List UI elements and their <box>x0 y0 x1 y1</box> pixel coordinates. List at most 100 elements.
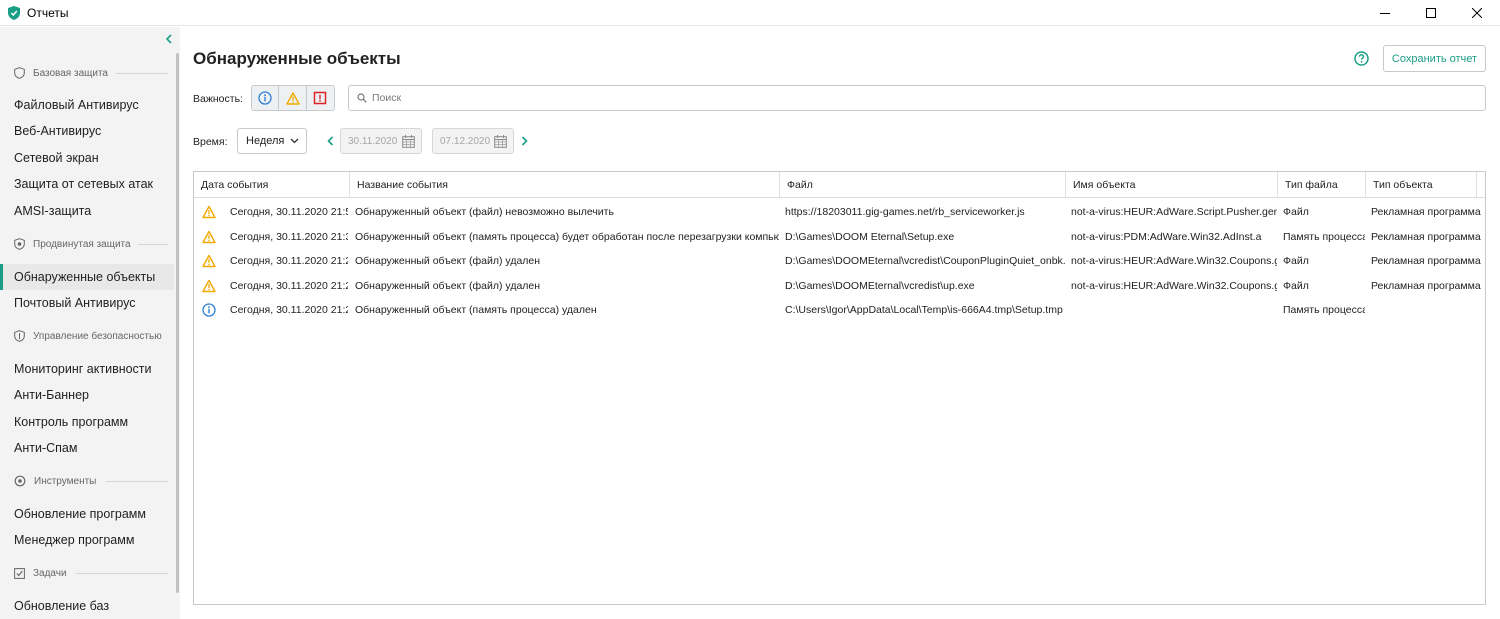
sidebar-item-software-updater[interactable]: Обновление программ <box>0 501 174 527</box>
cell-date: Сегодня, 30.11.2020 21:29 <box>230 280 348 292</box>
cell-date: Сегодня, 30.11.2020 21:29 <box>230 304 348 316</box>
save-report-button[interactable]: Сохранить отчет <box>1383 45 1486 72</box>
sidebar-item-amsi[interactable]: AMSI-защита <box>0 198 174 224</box>
cell-date: Сегодня, 30.11.2020 21:30 <box>230 231 348 243</box>
section-label: Базовая защита <box>33 67 108 79</box>
chevron-right-icon <box>521 136 528 146</box>
search-input[interactable] <box>372 92 1472 104</box>
help-icon[interactable] <box>1354 51 1369 66</box>
table-row[interactable]: Сегодня, 30.11.2020 21:29 Обнаруженный о… <box>194 249 1485 273</box>
cell-file: D:\Games\DOOMEternal\vcredist\up.exe <box>785 280 975 292</box>
date-from-value: 30.11.2020 <box>348 135 398 147</box>
minimize-button[interactable] <box>1362 0 1408 26</box>
app-logo-icon <box>8 5 20 20</box>
cell-date: Сегодня, 30.11.2020 21:29 <box>230 255 348 267</box>
next-period-button[interactable] <box>518 128 530 154</box>
cell-object-type: Рекламная программа <box>1371 231 1481 243</box>
cell-date: Сегодня, 30.11.2020 21:57 <box>230 206 348 218</box>
cell-object: not-a-virus:HEUR:AdWare.Win32.Coupons.ge… <box>1071 280 1277 292</box>
section-label: Инструменты <box>34 475 97 487</box>
minimize-icon <box>1380 13 1390 14</box>
sidebar-item-anti-banner[interactable]: Анти-Баннер <box>0 382 174 408</box>
cell-object-type: Рекламная программа <box>1371 206 1481 218</box>
cell-event: Обнаруженный объект (память процесса) уд… <box>355 304 597 316</box>
info-icon <box>258 91 272 105</box>
severity-warning-toggle[interactable] <box>279 86 307 110</box>
time-label: Время: <box>193 136 228 148</box>
sidebar-item-anti-spam[interactable]: Анти-Спам <box>0 435 174 461</box>
close-icon <box>1472 8 1482 18</box>
sidebar-item-network-attack-blocker[interactable]: Защита от сетевых атак <box>0 171 174 197</box>
chevron-left-icon <box>165 34 172 44</box>
period-select[interactable]: Неделя <box>237 128 307 154</box>
column-header-file-type[interactable]: Тип файла <box>1277 172 1365 198</box>
warning-icon <box>202 205 216 219</box>
section-advanced-protection: Продвинутая защита <box>14 234 168 254</box>
warning-icon <box>285 91 300 105</box>
section-tools: Инструменты <box>14 471 168 491</box>
close-button[interactable] <box>1454 0 1500 26</box>
cell-event: Обнаруженный объект (файл) удален <box>355 255 541 267</box>
sidebar-item-detected-objects[interactable]: Обнаруженные объекты <box>0 264 174 290</box>
cell-event: Обнаруженный объект (файл) невозможно вы… <box>355 206 614 218</box>
section-security-management: Управление безопасностью <box>14 326 162 346</box>
sidebar-item-app-control[interactable]: Контроль программ <box>0 409 174 435</box>
cell-object: not-a-virus:HEUR:AdWare.Win32.Coupons.ge… <box>1071 255 1277 267</box>
period-value: Неделя <box>246 135 285 147</box>
maximize-button[interactable] <box>1408 0 1454 26</box>
column-header-file[interactable]: Файл <box>779 172 1065 198</box>
chevron-left-icon <box>326 136 333 146</box>
cell-file-type: Файл <box>1283 280 1309 292</box>
cell-object: not-a-virus:HEUR:AdWare.Script.Pusher.ge… <box>1071 206 1277 218</box>
cell-file: https://18203011.gig-games.net/rb_servic… <box>785 206 1025 218</box>
cell-file: C:\Users\Igor\AppData\Local\Temp\is-666A… <box>785 304 1063 316</box>
events-table: Дата события Название события Файл Имя о… <box>193 171 1486 605</box>
tools-icon <box>14 475 26 487</box>
date-from-field[interactable]: 30.11.2020 <box>340 128 422 154</box>
column-header-date[interactable]: Дата события <box>194 172 349 198</box>
calendar-icon <box>402 135 415 148</box>
sidebar-item-web-antivirus[interactable]: Веб-Антивирус <box>0 118 174 144</box>
importance-label: Важность: <box>193 93 243 105</box>
severity-info-toggle[interactable] <box>252 86 280 110</box>
cell-object: not-a-virus:PDM:AdWare.Win32.AdInst.a <box>1071 231 1262 243</box>
sidebar-scrollbar[interactable] <box>176 53 179 593</box>
maximize-icon <box>1426 8 1436 18</box>
table-row[interactable]: Сегодня, 30.11.2020 21:29 Обнаруженный о… <box>194 298 1485 322</box>
cell-event: Обнаруженный объект (файл) удален <box>355 280 541 292</box>
cell-object-type: Рекламная программа <box>1371 280 1481 292</box>
sidebar-item-mail-antivirus[interactable]: Почтовый Антивирус <box>0 290 174 316</box>
column-header-object[interactable]: Имя объекта <box>1065 172 1277 198</box>
column-header-object-type[interactable]: Тип объекта <box>1365 172 1477 198</box>
table-row[interactable]: Сегодня, 30.11.2020 21:30 Обнаруженный о… <box>194 225 1485 249</box>
table-row[interactable]: Сегодня, 30.11.2020 21:57 Обнаруженный о… <box>194 200 1485 224</box>
date-to-field[interactable]: 07.12.2020 <box>432 128 514 154</box>
info-icon <box>202 303 216 317</box>
cell-file: D:\Games\DOOMEternal\vcredist\CouponPlug… <box>785 255 1065 267</box>
sidebar-item-software-manager[interactable]: Менеджер программ <box>0 527 174 553</box>
section-tasks: Задачи <box>14 563 168 583</box>
warning-icon <box>202 230 216 244</box>
shield-icon <box>14 67 25 79</box>
chevron-down-icon <box>290 138 299 144</box>
previous-period-button[interactable] <box>324 128 336 154</box>
search-icon <box>357 93 367 103</box>
search-box <box>348 85 1486 111</box>
tasks-icon <box>14 568 25 579</box>
severity-critical-toggle[interactable] <box>306 86 334 110</box>
calendar-icon <box>494 135 507 148</box>
table-header: Дата события Название события Файл Имя о… <box>194 172 1485 198</box>
sidebar-item-activity-monitor[interactable]: Мониторинг активности <box>0 356 174 382</box>
sidebar-item-file-antivirus[interactable]: Файловый Антивирус <box>0 92 174 118</box>
collapse-sidebar-button[interactable] <box>161 31 177 47</box>
sidebar-item-database-update[interactable]: Обновление баз <box>0 593 174 619</box>
section-label: Продвинутая защита <box>33 238 131 250</box>
cell-object-type <box>1371 298 1481 322</box>
sidebar-item-firewall[interactable]: Сетевой экран <box>0 145 174 171</box>
date-to-value: 07.12.2020 <box>440 135 491 147</box>
cell-object-type: Рекламная программа <box>1371 255 1481 267</box>
warning-icon <box>202 254 216 268</box>
page-title: Обнаруженные объекты <box>193 49 401 68</box>
column-header-event[interactable]: Название события <box>349 172 779 198</box>
table-row[interactable]: Сегодня, 30.11.2020 21:29 Обнаруженный о… <box>194 274 1485 298</box>
